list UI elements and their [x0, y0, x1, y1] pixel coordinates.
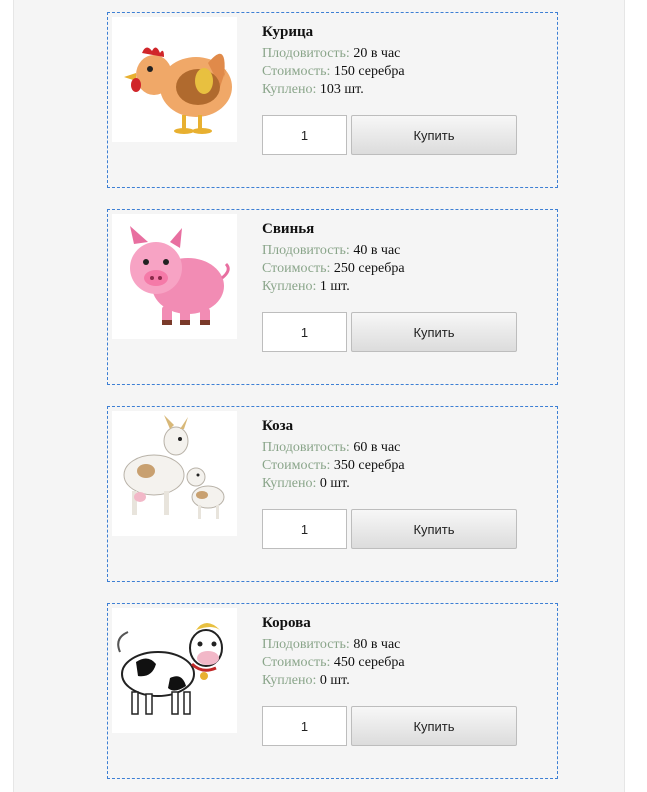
cost-value: 350 серебра [333, 458, 405, 473]
quantity-input[interactable] [262, 312, 347, 352]
fertility-row: Плодовитость: 40 в час [262, 242, 552, 260]
fertility-value: 40 в час [353, 243, 401, 258]
chicken-image [112, 17, 237, 142]
bought-value: 1 шт. [319, 279, 350, 294]
buy-button[interactable]: Купить [351, 312, 517, 352]
goat-image [112, 411, 237, 536]
fertility-label: Плодовитость: [262, 637, 350, 652]
animal-card-cow: Корова Плодовитость: 80 в час Стоимость:… [107, 603, 558, 779]
animal-card-chicken: Курица Плодовитость: 20 в час Стоимость:… [107, 12, 558, 188]
bought-label: Куплено: [262, 279, 317, 294]
animal-name: Корова [262, 615, 311, 631]
animal-name: Коза [262, 418, 294, 434]
bought-value: 0 шт. [319, 673, 350, 688]
cost-value: 250 серебра [333, 261, 405, 276]
animal-name: Курица [262, 24, 314, 40]
cow-image [112, 608, 237, 733]
pig-image [112, 214, 237, 339]
bought-row: Куплено: 0 шт. [262, 672, 552, 690]
cost-row: Стоимость: 150 серебра [262, 63, 552, 81]
animal-name: Свинья [262, 221, 315, 237]
bought-value: 103 шт. [319, 82, 364, 97]
cost-label: Стоимость: [262, 458, 331, 473]
cost-row: Стоимость: 250 серебра [262, 260, 552, 278]
animal-card-pig: Свинья Плодовитость: 40 в час Стоимость:… [107, 209, 558, 385]
bought-row: Куплено: 103 шт. [262, 81, 552, 99]
cost-value: 450 серебра [333, 655, 405, 670]
bought-row: Куплено: 1 шт. [262, 278, 552, 296]
buy-button[interactable]: Купить [351, 509, 517, 549]
bought-label: Куплено: [262, 82, 317, 97]
quantity-input[interactable] [262, 509, 347, 549]
fertility-label: Плодовитость: [262, 46, 350, 61]
cost-row: Стоимость: 450 серебра [262, 654, 552, 672]
cost-label: Стоимость: [262, 64, 331, 79]
cost-label: Стоимость: [262, 655, 331, 670]
quantity-input[interactable] [262, 115, 347, 155]
shop-column: Курица Плодовитость: 20 в час Стоимость:… [13, 0, 625, 792]
fertility-label: Плодовитость: [262, 243, 350, 258]
bought-label: Куплено: [262, 476, 317, 491]
animal-card-goat: Коза Плодовитость: 60 в час Стоимость: 3… [107, 406, 558, 582]
fertility-row: Плодовитость: 60 в час [262, 439, 552, 457]
fertility-row: Плодовитость: 20 в час [262, 45, 552, 63]
fertility-row: Плодовитость: 80 в час [262, 636, 552, 654]
bought-label: Куплено: [262, 673, 317, 688]
bought-row: Куплено: 0 шт. [262, 475, 552, 493]
cost-value: 150 серебра [333, 64, 405, 79]
cost-row: Стоимость: 350 серебра [262, 457, 552, 475]
fertility-value: 20 в час [353, 46, 401, 61]
quantity-input[interactable] [262, 706, 347, 746]
bought-value: 0 шт. [319, 476, 350, 491]
buy-button[interactable]: Купить [351, 115, 517, 155]
fertility-value: 60 в час [353, 440, 401, 455]
fertility-value: 80 в час [353, 637, 401, 652]
fertility-label: Плодовитость: [262, 440, 350, 455]
buy-button[interactable]: Купить [351, 706, 517, 746]
cost-label: Стоимость: [262, 261, 331, 276]
